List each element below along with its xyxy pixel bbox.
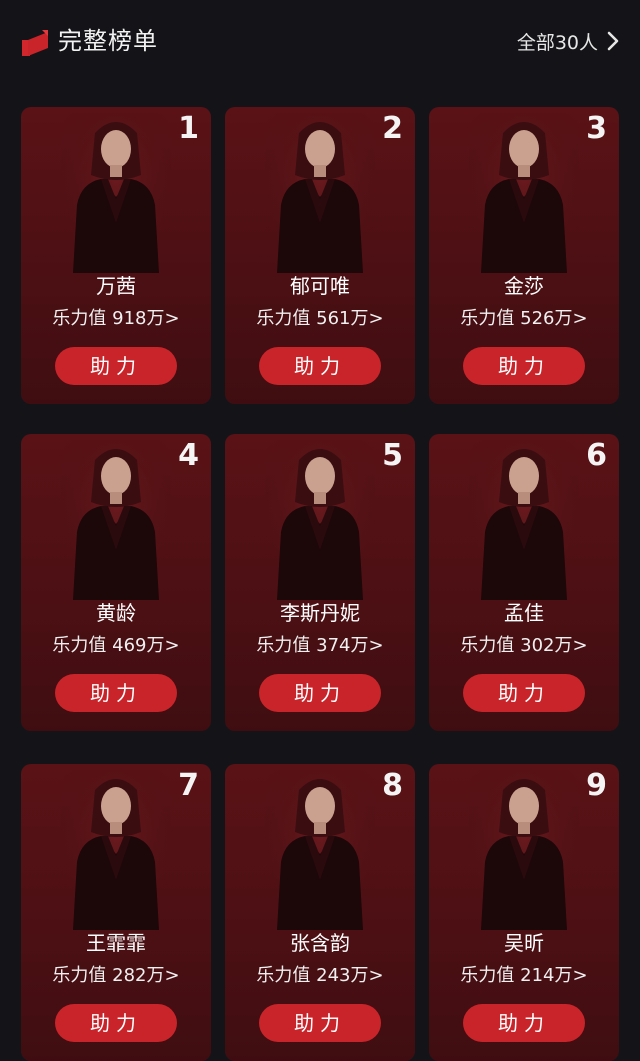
portrait-photo [61, 440, 171, 600]
artist-name: 万茜 [96, 274, 136, 298]
score-link[interactable]: 乐力值 561万> [225, 305, 415, 333]
ranking-card[interactable]: 4 黄龄 乐力值 469万> 助力 [21, 434, 211, 731]
rank-number: 1 [178, 111, 199, 146]
ranking-card[interactable]: 2 郁可唯 乐力值 561万> 助力 [225, 107, 415, 404]
ranking-card[interactable]: 5 李斯丹妮 乐力值 374万> 助力 [225, 434, 415, 731]
rank-number: 3 [586, 111, 607, 146]
boost-button[interactable]: 助力 [55, 347, 177, 385]
boost-button[interactable]: 助力 [259, 1004, 381, 1042]
portrait-photo [469, 440, 579, 600]
artist-name: 金莎 [504, 274, 544, 298]
chevron-right-icon [607, 31, 619, 51]
score-link[interactable]: 乐力值 918万> [21, 305, 211, 333]
artist-name: 郁可唯 [290, 274, 350, 298]
view-all-label: 全部30人 [516, 31, 598, 54]
header: 完整榜单 全部30人 [0, 0, 640, 82]
portrait-photo [469, 770, 579, 930]
rank-number: 6 [586, 438, 607, 473]
ranking-card[interactable]: 1 万茜 乐力值 918万> 助力 [21, 107, 211, 404]
boost-button[interactable]: 助力 [463, 674, 585, 712]
rank-number: 9 [586, 768, 607, 803]
boost-button[interactable]: 助力 [463, 347, 585, 385]
ranking-card[interactable]: 8 张含韵 乐力值 243万> 助力 [225, 764, 415, 1061]
boost-button[interactable]: 助力 [55, 674, 177, 712]
ranking-logo-icon [22, 30, 48, 56]
score-link[interactable]: 乐力值 374万> [225, 632, 415, 660]
score-link[interactable]: 乐力值 469万> [21, 632, 211, 660]
ranking-card[interactable]: 7 王霏霏 乐力值 282万> 助力 [21, 764, 211, 1061]
artist-name: 吴昕 [504, 931, 544, 955]
boost-button[interactable]: 助力 [259, 674, 381, 712]
portrait-photo [265, 113, 375, 273]
score-link[interactable]: 乐力值 282万> [21, 962, 211, 990]
portrait-photo [61, 770, 171, 930]
score-link[interactable]: 乐力值 214万> [429, 962, 619, 990]
portrait-photo [469, 113, 579, 273]
rank-number: 2 [382, 111, 403, 146]
rank-number: 8 [382, 768, 403, 803]
boost-button[interactable]: 助力 [259, 347, 381, 385]
score-link[interactable]: 乐力值 243万> [225, 962, 415, 990]
artist-name: 孟佳 [504, 601, 544, 625]
portrait-photo [265, 770, 375, 930]
rank-number: 7 [178, 768, 199, 803]
score-link[interactable]: 乐力值 526万> [429, 305, 619, 333]
artist-name: 王霏霏 [86, 931, 146, 955]
boost-button[interactable]: 助力 [463, 1004, 585, 1042]
portrait-photo [61, 113, 171, 273]
artist-name: 李斯丹妮 [280, 601, 360, 625]
ranking-card[interactable]: 9 吴昕 乐力值 214万> 助力 [429, 764, 619, 1061]
artist-name: 张含韵 [290, 931, 350, 955]
page-title: 完整榜单 [58, 27, 158, 55]
ranking-card[interactable]: 6 孟佳 乐力值 302万> 助力 [429, 434, 619, 731]
artist-name: 黄龄 [96, 601, 136, 625]
ranking-card[interactable]: 3 金莎 乐力值 526万> 助力 [429, 107, 619, 404]
portrait-photo [265, 440, 375, 600]
view-all-link[interactable]: 全部30人 [517, 26, 622, 56]
score-link[interactable]: 乐力值 302万> [429, 632, 619, 660]
rank-number: 5 [382, 438, 403, 473]
rank-number: 4 [178, 438, 199, 473]
boost-button[interactable]: 助力 [55, 1004, 177, 1042]
